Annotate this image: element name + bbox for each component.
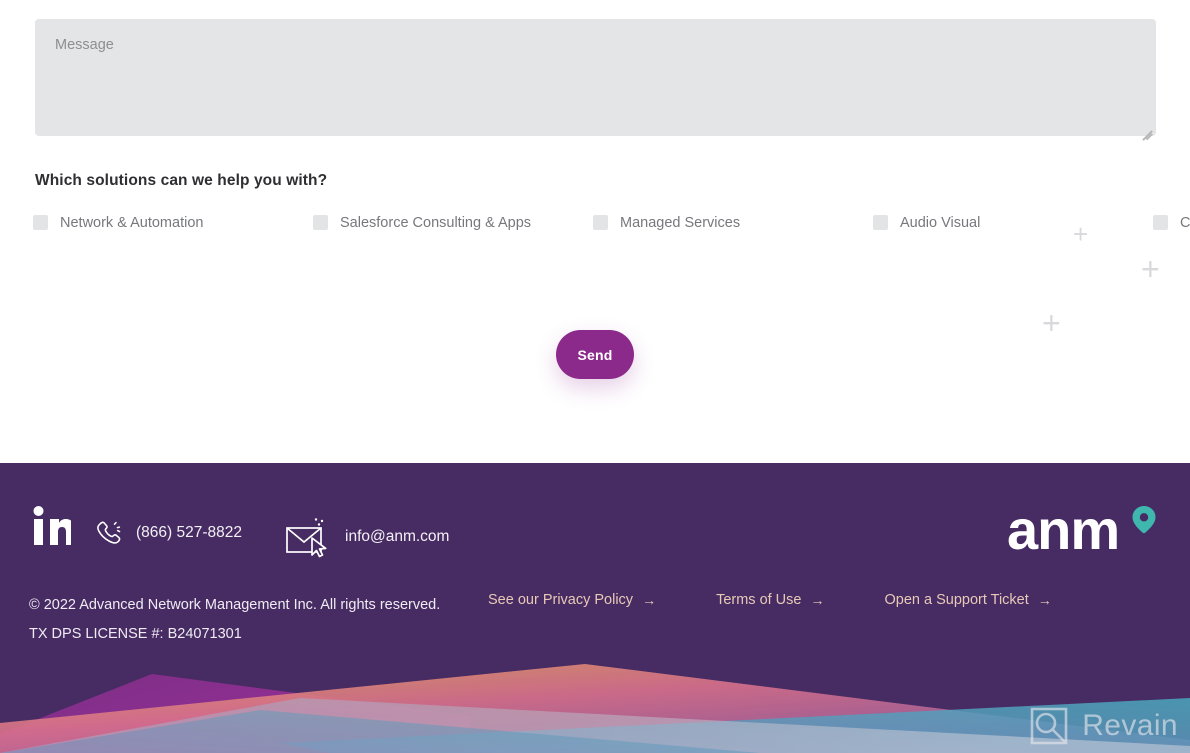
- solutions-question-label: Which solutions can we help you with?: [35, 172, 328, 189]
- email-address: info@anm.com: [345, 528, 450, 545]
- phone-icon: [97, 521, 121, 544]
- footer-contact-bar: (866) 527-8822 info@anm.com anm: [0, 463, 1190, 573]
- site-footer: (866) 527-8822 info@anm.com anm © 2022 A…: [0, 463, 1190, 753]
- support-ticket-link[interactable]: Open a Support Ticket →: [884, 592, 1051, 608]
- checkbox-box[interactable]: [313, 215, 328, 230]
- decorative-wave-graphic: [0, 648, 1190, 753]
- plus-decoration-icon: +: [1141, 251, 1160, 287]
- checkbox-network-automation[interactable]: Network & Automation: [33, 206, 313, 239]
- checkbox-audio-visual[interactable]: Audio Visual: [873, 206, 1153, 239]
- anm-logo-icon: anm: [1007, 498, 1156, 561]
- arrow-right-icon: →: [810, 592, 825, 608]
- terms-of-use-label: Terms of Use: [716, 592, 802, 608]
- email-icon: [286, 518, 327, 558]
- legal-text-block: © 2022 Advanced Network Management Inc. …: [29, 591, 499, 648]
- checkbox-box[interactable]: [33, 215, 48, 230]
- footer-links: See our Privacy Policy → Terms of Use → …: [488, 592, 1052, 608]
- checkbox-label: Network & Automation: [60, 214, 204, 231]
- checkbox-box[interactable]: [593, 215, 608, 230]
- checkbox-label: Salesforce Consulting & Apps: [340, 214, 532, 231]
- message-input[interactable]: [35, 19, 1156, 136]
- anm-logo: anm: [1007, 498, 1172, 561]
- checkbox-label: Collaboration: [1180, 214, 1190, 231]
- revain-logo-icon: [1030, 707, 1068, 745]
- solutions-checkbox-grid: Network & Automation Salesforce Consulti…: [33, 206, 1190, 239]
- plus-decoration-icon: +: [1073, 219, 1089, 249]
- phone-number: (866) 527-8822: [136, 523, 242, 541]
- email-link[interactable]: info@anm.com: [285, 515, 449, 559]
- checkbox-collaboration[interactable]: Collaboration: [1153, 206, 1190, 239]
- checkbox-label: Audio Visual: [900, 214, 981, 231]
- checkbox-box[interactable]: [873, 215, 888, 230]
- revain-watermark: Revain: [1028, 705, 1178, 747]
- privacy-policy-link[interactable]: See our Privacy Policy →: [488, 592, 656, 608]
- checkbox-box[interactable]: [1153, 215, 1168, 230]
- linkedin-link[interactable]: [33, 506, 75, 548]
- terms-of-use-link[interactable]: Terms of Use →: [716, 592, 824, 608]
- svg-text:anm: anm: [1007, 501, 1119, 561]
- plus-decoration-icon: +: [1042, 305, 1061, 341]
- send-button[interactable]: Send: [556, 330, 634, 379]
- checkbox-salesforce-consulting-apps[interactable]: Salesforce Consulting & Apps: [313, 206, 593, 239]
- support-ticket-label: Open a Support Ticket: [884, 592, 1029, 608]
- checkbox-managed-services[interactable]: Managed Services: [593, 206, 873, 239]
- contact-form-section: Which solutions can we help you with? Ne…: [0, 0, 1190, 463]
- license-text: TX DPS LICENSE #: B24071301: [29, 625, 242, 642]
- arrow-right-icon: →: [642, 592, 657, 608]
- privacy-policy-label: See our Privacy Policy: [488, 592, 634, 608]
- checkbox-label: Managed Services: [620, 214, 741, 231]
- phone-link[interactable]: (866) 527-8822: [95, 518, 242, 547]
- copyright-text: © 2022 Advanced Network Management Inc. …: [29, 597, 441, 613]
- linkedin-icon: [33, 506, 75, 545]
- arrow-right-icon: →: [1037, 592, 1052, 608]
- revain-wordmark: Revain: [1082, 709, 1178, 742]
